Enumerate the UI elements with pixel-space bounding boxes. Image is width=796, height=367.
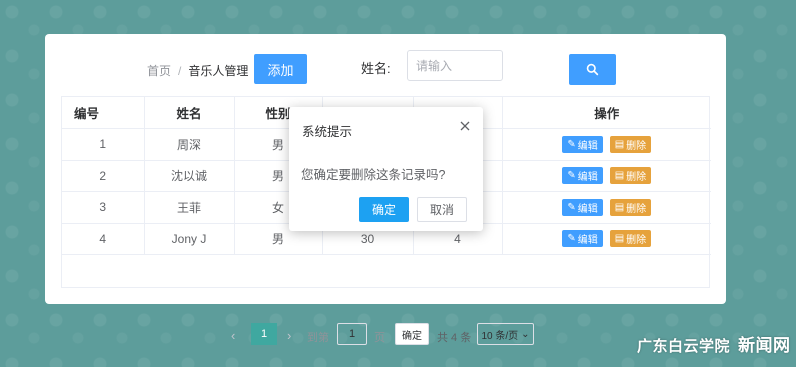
name-label: 姓名: bbox=[361, 61, 391, 76]
trash-icon: ▤ bbox=[614, 233, 625, 245]
delete-button[interactable]: ▤ 删除 bbox=[609, 230, 652, 248]
cell-actions: ✎ 编辑 ▤ 删除 bbox=[502, 160, 711, 192]
dialog-cancel-button[interactable]: 取消 bbox=[417, 197, 467, 222]
edit-label: 编辑 bbox=[577, 235, 598, 247]
header-id: 编号 bbox=[62, 97, 145, 129]
delete-label: 删除 bbox=[626, 235, 647, 247]
goto-label: 到第 bbox=[307, 332, 329, 344]
page-unit-label: 页 bbox=[374, 332, 385, 344]
trash-icon: ▤ bbox=[614, 170, 625, 182]
page-size-value: 10 条/页 bbox=[481, 330, 519, 342]
goto-confirm-button[interactable]: 确定 bbox=[395, 323, 429, 345]
cell-id: 2 bbox=[62, 160, 145, 192]
toolbar: 首页 / 音乐人管理 添加 姓名: bbox=[45, 34, 726, 96]
delete-button[interactable]: ▤ 删除 bbox=[609, 198, 652, 216]
pencil-icon: ✎ bbox=[567, 233, 576, 245]
edit-label: 编辑 bbox=[577, 172, 598, 184]
pencil-icon: ✎ bbox=[567, 170, 576, 182]
dialog-title: 系统提示 bbox=[302, 125, 353, 139]
close-icon[interactable] bbox=[459, 120, 471, 132]
edit-button[interactable]: ✎ 编辑 bbox=[562, 167, 603, 185]
chevron-down-icon: ⌄ bbox=[521, 328, 530, 340]
watermark-text: 广东白云学院 bbox=[637, 338, 731, 355]
delete-label: 删除 bbox=[626, 172, 647, 184]
add-button[interactable]: 添加 bbox=[254, 54, 307, 84]
breadcrumb-home[interactable]: 首页 bbox=[147, 64, 171, 78]
edit-button[interactable]: ✎ 编辑 bbox=[562, 135, 603, 153]
cell-id: 3 bbox=[62, 191, 145, 224]
cell-id: 1 bbox=[62, 128, 145, 161]
pencil-icon: ✎ bbox=[567, 201, 576, 213]
cell-name: 王菲 bbox=[144, 191, 235, 224]
breadcrumb: 首页 / 音乐人管理 bbox=[147, 62, 248, 79]
edit-label: 编辑 bbox=[577, 140, 598, 152]
edit-button[interactable]: ✎ 编辑 bbox=[562, 198, 603, 216]
header-name: 姓名 bbox=[144, 97, 235, 129]
pencil-icon: ✎ bbox=[567, 138, 576, 150]
trash-icon: ▤ bbox=[614, 138, 625, 150]
dialog-confirm-button[interactable]: 确定 bbox=[359, 197, 409, 222]
delete-button[interactable]: ▤ 删除 bbox=[609, 135, 652, 153]
cell-name: Jony J bbox=[144, 223, 235, 255]
cell-id: 4 bbox=[62, 223, 145, 255]
header-actions: 操作 bbox=[502, 97, 711, 129]
total-count: 共 4 条 bbox=[437, 332, 472, 344]
delete-label: 删除 bbox=[626, 203, 647, 215]
next-page-icon[interactable]: › bbox=[287, 328, 291, 343]
watermark: 广东白云学院 新闻网 bbox=[637, 331, 791, 356]
trash-icon: ▤ bbox=[614, 201, 625, 213]
breadcrumb-separator: / bbox=[178, 64, 182, 78]
breadcrumb-current: 音乐人管理 bbox=[188, 64, 249, 78]
goto-page-input[interactable]: 1 bbox=[337, 323, 367, 345]
delete-label: 删除 bbox=[626, 140, 647, 152]
name-search-input[interactable] bbox=[407, 50, 503, 81]
search-icon bbox=[586, 63, 599, 76]
cell-actions: ✎ 编辑 ▤ 删除 bbox=[502, 223, 711, 255]
watermark-brand: 新闻网 bbox=[738, 336, 791, 356]
confirm-dialog: 系统提示 您确定要删除这条记录吗? 确定 取消 bbox=[289, 107, 483, 231]
dialog-message: 您确定要删除这条记录吗? bbox=[301, 168, 446, 182]
delete-button[interactable]: ▤ 删除 bbox=[609, 167, 652, 185]
page-size-select[interactable]: 10 条/页 ⌄ bbox=[477, 323, 534, 345]
prev-page-icon[interactable]: ‹ bbox=[231, 328, 235, 343]
cell-actions: ✎ 编辑 ▤ 删除 bbox=[502, 128, 711, 161]
pagination: ‹ 1 › 到第 1 页 确定 共 4 条 10 条/页 ⌄ bbox=[62, 321, 711, 351]
cell-actions: ✎ 编辑 ▤ 删除 bbox=[502, 191, 711, 224]
edit-label: 编辑 bbox=[577, 203, 598, 215]
edit-button[interactable]: ✎ 编辑 bbox=[562, 230, 603, 248]
cell-name: 周深 bbox=[144, 128, 235, 161]
cell-name: 沈以诚 bbox=[144, 160, 235, 192]
page-number-current[interactable]: 1 bbox=[251, 323, 277, 345]
search-button[interactable] bbox=[569, 54, 616, 85]
